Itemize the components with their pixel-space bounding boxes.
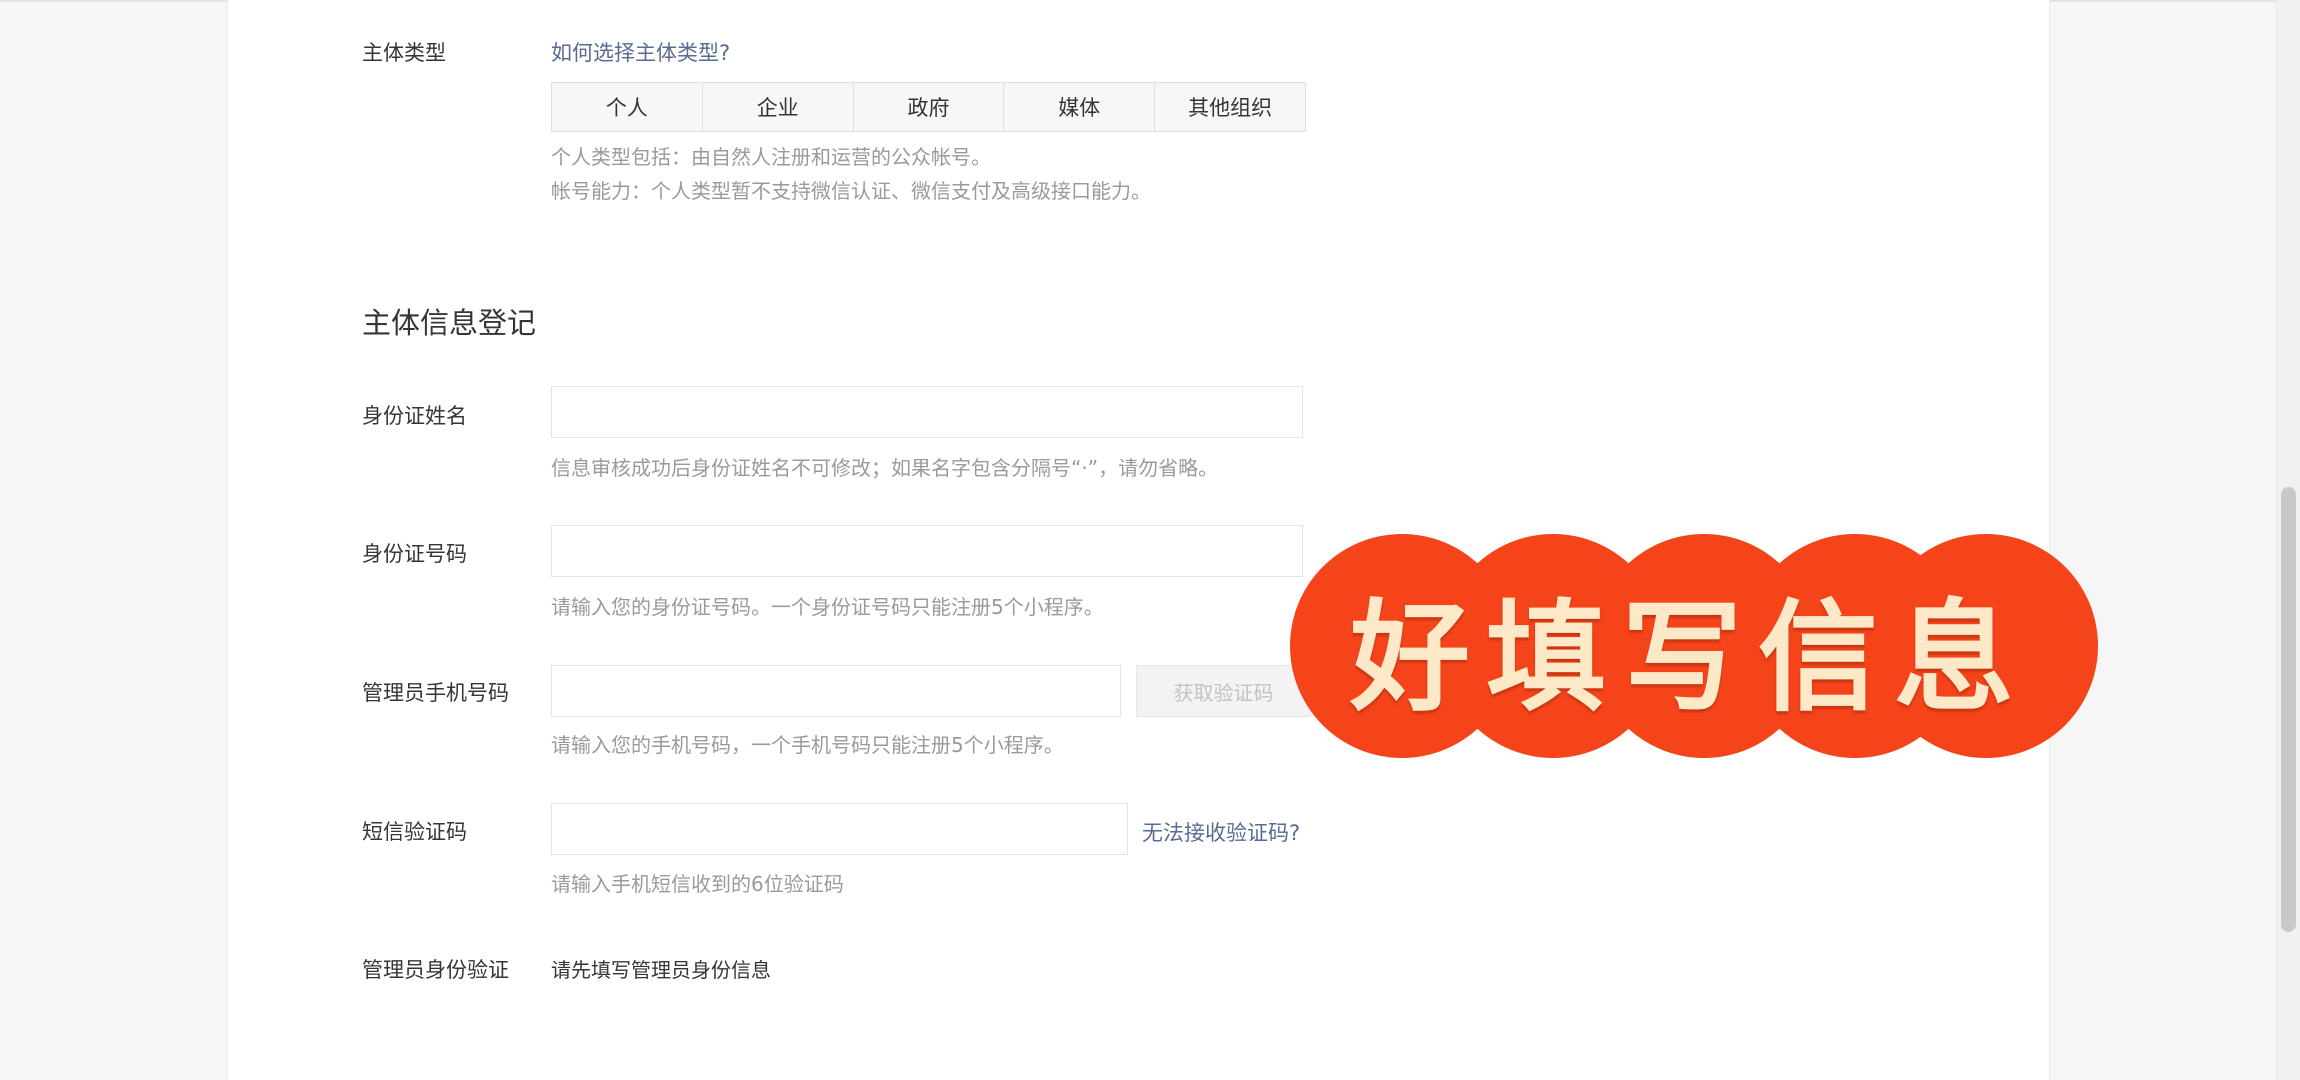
subject-type-label: 主体类型 (362, 41, 446, 65)
subject-type-option-media[interactable]: 媒体 (1004, 83, 1156, 131)
overlay-banner: 好填写信息 (1270, 534, 2110, 759)
admin-phone-label: 管理员手机号码 (362, 681, 509, 705)
admin-verify-label: 管理员身份验证 (362, 958, 509, 982)
id-number-input[interactable] (551, 525, 1303, 577)
id-number-tip: 请输入您的身份证号码。一个身份证号码只能注册5个小程序。 (551, 595, 1104, 619)
subject-type-option-enterprise[interactable]: 企业 (703, 83, 854, 131)
overlay-banner-text: 好填写信息 (1350, 586, 2030, 728)
subject-type-tip-1: 个人类型包括：由自然人注册和运营的公众帐号。 (551, 145, 991, 169)
subject-type-option-government[interactable]: 政府 (854, 83, 1005, 131)
scrollbar-thumb[interactable] (2281, 487, 2296, 932)
sms-code-tip: 请输入手机短信收到的6位验证码 (551, 872, 844, 896)
id-name-tip: 信息审核成功后身份证姓名不可修改；如果名字包含分隔号“·”，请勿省略。 (551, 456, 1219, 480)
id-name-label: 身份证姓名 (362, 404, 467, 428)
admin-phone-input[interactable] (551, 665, 1121, 717)
admin-verify-text: 请先填写管理员身份信息 (551, 958, 771, 982)
admin-phone-tip: 请输入您的手机号码，一个手机号码只能注册5个小程序。 (551, 733, 1064, 757)
section-title: 主体信息登记 (362, 306, 537, 340)
subject-type-selector: 个人 企业 政府 媒体 其他组织 (551, 82, 1306, 132)
subject-type-option-other[interactable]: 其他组织 (1155, 83, 1305, 131)
sms-code-label: 短信验证码 (362, 820, 467, 844)
subject-type-tip-2: 帐号能力：个人类型暂不支持微信认证、微信支付及高级接口能力。 (551, 179, 1151, 203)
subject-type-option-individual[interactable]: 个人 (552, 83, 703, 131)
cannot-receive-code-link[interactable]: 无法接收验证码? (1142, 817, 1300, 847)
sms-code-input[interactable] (551, 803, 1128, 855)
id-name-input[interactable] (551, 386, 1303, 438)
id-number-label: 身份证号码 (362, 542, 467, 566)
vertical-scrollbar[interactable] (2276, 0, 2300, 1080)
subject-type-help-link[interactable]: 如何选择主体类型? (551, 37, 730, 67)
